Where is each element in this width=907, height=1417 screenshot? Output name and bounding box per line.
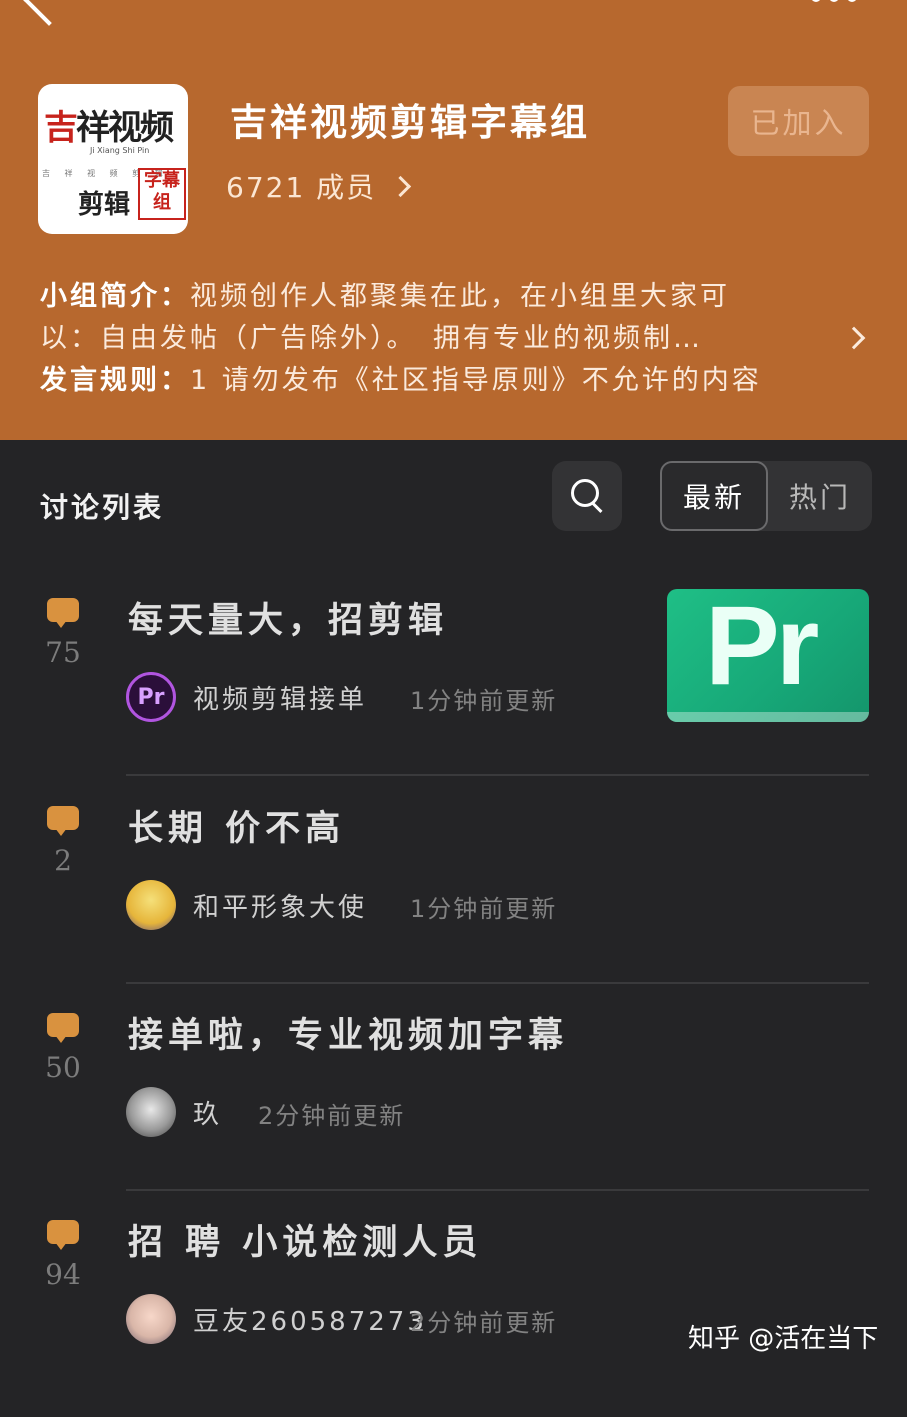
group-title: 吉祥视频剪辑字幕组: [230, 101, 590, 144]
post-thumbnail[interactable]: Pr: [667, 589, 869, 722]
update-time: 2分钟前更新: [258, 1102, 406, 1130]
more-options-icon[interactable]: [811, 0, 857, 2]
author-name[interactable]: 豆友260587273: [193, 1301, 427, 1338]
list-item[interactable]: 75 每天量大，招剪辑 Pr 视频剪辑接单 1分钟前更新 Pr: [0, 588, 907, 795]
avatar[interactable]: [126, 1294, 176, 1344]
intro-expand-icon[interactable]: [842, 326, 866, 350]
post-title[interactable]: 招 聘 小说检测人员: [128, 1214, 482, 1265]
back-arrow-icon[interactable]: [22, 0, 76, 26]
group-header: 吉祥视频 Ji Xiang Shi Pin 吉 祥 视 频 剪 辑 剪辑 字幕组…: [0, 0, 907, 440]
avatar[interactable]: [126, 880, 176, 930]
group-intro[interactable]: 小组简介：视频创作人都聚集在此，在小组里大家可 以：自由发帖（广告除外）。 拥有…: [40, 276, 800, 402]
divider: [126, 1189, 869, 1191]
member-count-link[interactable]: 6721 成员: [226, 166, 412, 206]
list-item[interactable]: 50 接单啦，专业视频加字幕 玖 2分钟前更新: [0, 1003, 907, 1210]
comment-count: 2: [54, 844, 72, 877]
sort-tabs: 最新 热门: [660, 461, 872, 531]
author-name[interactable]: 视频剪辑接单: [193, 679, 367, 716]
post-title[interactable]: 长期 价不高: [128, 800, 345, 851]
watermark: 知乎 @活在当下: [688, 1324, 879, 1354]
chevron-right-icon: [389, 175, 412, 197]
avatar[interactable]: [126, 1087, 176, 1137]
list-item[interactable]: 2 长期 价不高 和平形象大使 1分钟前更新: [0, 796, 907, 1003]
divider: [126, 982, 869, 984]
update-time: 2分钟前更新: [410, 1309, 558, 1337]
update-time: 1分钟前更新: [410, 895, 558, 923]
comment-count: 50: [45, 1051, 81, 1084]
comment-icon: [47, 598, 79, 628]
comment-count: 75: [45, 636, 81, 669]
author-name[interactable]: 和平形象大使: [193, 887, 367, 924]
author-name[interactable]: 玖: [193, 1094, 222, 1131]
comment-icon: [47, 806, 79, 836]
post-title[interactable]: 接单啦，专业视频加字幕: [128, 1007, 568, 1058]
search-button[interactable]: [552, 461, 622, 531]
discussion-list-title: 讨论列表: [40, 491, 165, 524]
divider: [126, 774, 869, 776]
joined-button[interactable]: 已加入: [728, 86, 869, 156]
comment-icon: [47, 1013, 79, 1043]
tab-latest[interactable]: 最新: [660, 461, 768, 531]
update-time: 1分钟前更新: [410, 687, 558, 715]
post-title[interactable]: 每天量大，招剪辑: [128, 592, 448, 643]
list-item[interactable]: 94 招 聘 小说检测人员 豆友260587273 2分钟前更新: [0, 1210, 907, 1417]
tab-hot[interactable]: 热门: [768, 461, 872, 531]
avatar[interactable]: Pr: [126, 672, 176, 722]
group-logo: 吉祥视频 Ji Xiang Shi Pin 吉 祥 视 频 剪 辑 剪辑 字幕组: [38, 84, 188, 234]
comment-count: 94: [45, 1258, 81, 1291]
comment-icon: [47, 1220, 79, 1250]
